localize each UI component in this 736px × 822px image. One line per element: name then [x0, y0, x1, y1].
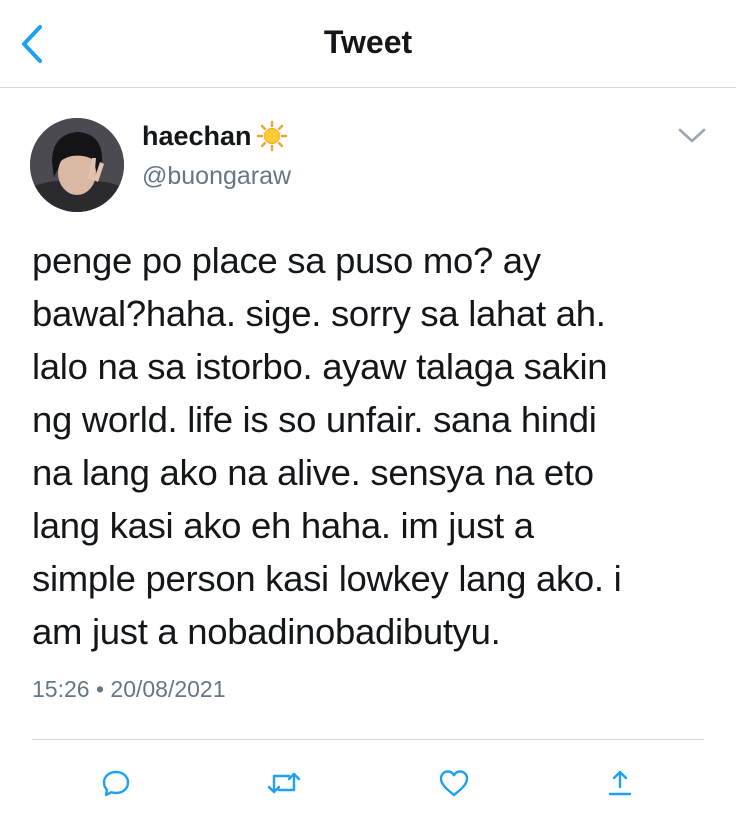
divider [32, 739, 704, 740]
sun-icon [256, 120, 287, 152]
tweet-date: 20/08/2021 [110, 676, 226, 702]
share-icon [608, 770, 632, 796]
author-handle[interactable]: @buongaraw [142, 162, 291, 191]
share-button[interactable] [598, 761, 642, 805]
retweet-button[interactable] [262, 761, 306, 805]
timestamp-separator: • [95, 676, 105, 702]
navigation-bar: Tweet [0, 0, 736, 88]
tweet-text: penge po place sa puso mo? ay bawal?haha… [32, 240, 622, 652]
avatar[interactable] [30, 118, 124, 212]
author-name-row[interactable]: haechan [142, 120, 288, 152]
display-name[interactable]: haechan [142, 121, 252, 152]
chevron-down-icon [678, 128, 706, 143]
page-title: Tweet [323, 24, 413, 60]
retweet-icon [267, 772, 301, 794]
tweet-time: 15:26 [32, 676, 90, 702]
reply-icon [102, 770, 130, 797]
tweet-actions [0, 751, 736, 811]
like-button[interactable] [432, 761, 476, 805]
more-options-button[interactable] [672, 118, 712, 154]
reply-button[interactable] [94, 761, 138, 805]
like-icon [439, 770, 469, 797]
tweet-timestamp: 15:26 • 20/08/2021 [32, 676, 226, 703]
